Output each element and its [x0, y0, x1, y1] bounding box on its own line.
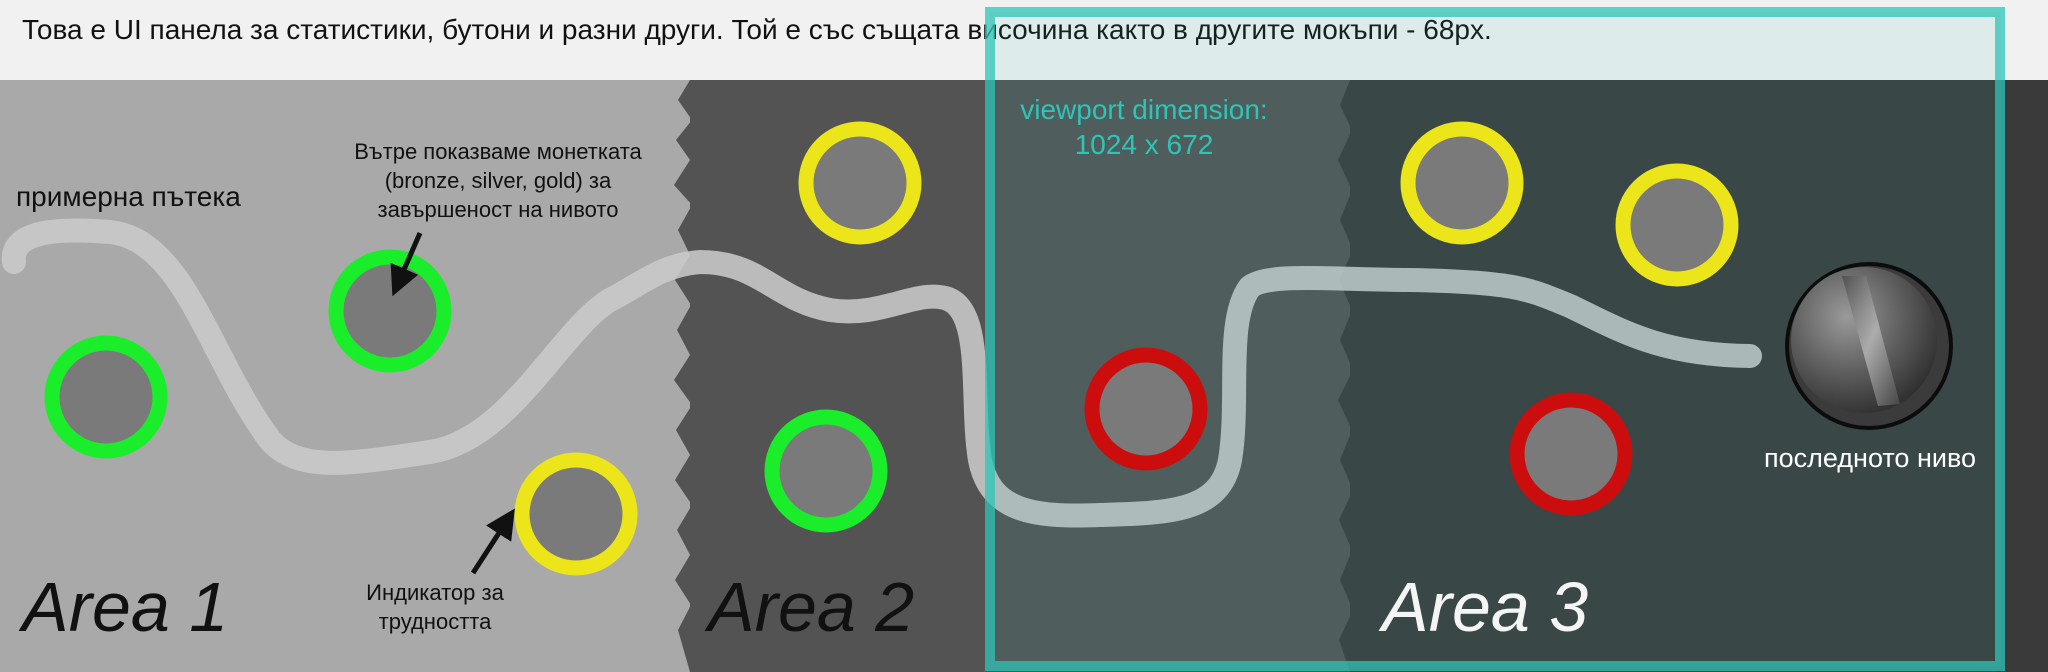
- difficulty-annotation-line: трудността: [378, 609, 492, 634]
- coin-annotation-line: Вътре показваме монетката: [354, 139, 642, 164]
- area-1-title: Area 1: [22, 568, 229, 646]
- final-level-label: последното ниво: [1763, 443, 1977, 473]
- area-3-title: Area 3: [1382, 568, 1589, 646]
- difficulty-annotation-line: Индикатор за: [366, 580, 504, 605]
- coin-annotation: Вътре показваме монетката (bronze, silve…: [332, 137, 664, 224]
- level-map-mockup: Това е UI панела за статистики, бутони и…: [0, 0, 2048, 672]
- area-2-title: Area 2: [708, 568, 915, 646]
- coin-annotation-line: (bronze, silver, gold) за: [384, 168, 612, 193]
- area-1-2-border: [674, 80, 700, 672]
- level-node[interactable]: [514, 452, 638, 576]
- level-node[interactable]: [328, 249, 452, 373]
- level-node[interactable]: [1615, 163, 1739, 287]
- level-node[interactable]: [1509, 392, 1633, 516]
- viewport-label-line1: viewport dimension:: [1020, 94, 1267, 125]
- map-drawing: viewport dimension: 1024 x 672: [1, 7, 2005, 672]
- difficulty-annotation-arrow: [470, 508, 515, 575]
- coin-annotation-line: завършеност на нивото: [377, 197, 619, 222]
- final-level-button[interactable]: [1785, 262, 1953, 430]
- level-node[interactable]: [764, 409, 888, 533]
- level-node[interactable]: [1084, 347, 1208, 471]
- difficulty-annotation: Индикатор за трудността: [335, 578, 535, 636]
- path-label: примерна пътека: [16, 181, 241, 212]
- level-node[interactable]: [1400, 121, 1524, 245]
- level-node[interactable]: [798, 121, 922, 245]
- viewport-label-line2: 1024 x 672: [1075, 129, 1214, 160]
- level-node[interactable]: [44, 335, 168, 459]
